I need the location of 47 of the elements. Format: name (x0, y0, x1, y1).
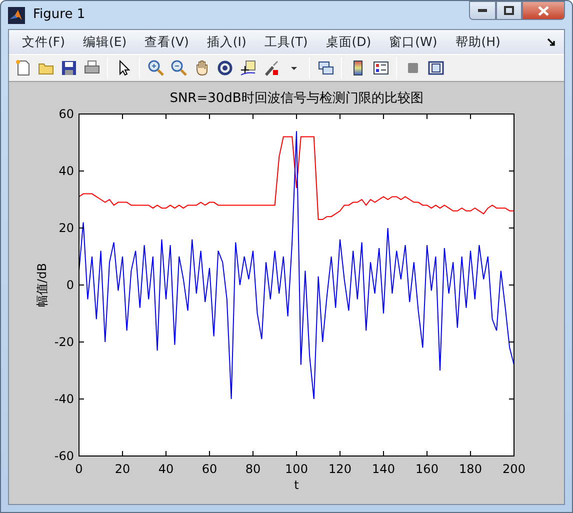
tick-label: -20 (54, 335, 74, 349)
zoom-in-icon[interactable] (148, 60, 164, 76)
tick-label: 200 (502, 462, 526, 476)
menu-item[interactable]: 编辑(E) (74, 30, 136, 54)
minimize-button[interactable] (469, 1, 496, 20)
zoom-out-icon[interactable] (170, 60, 186, 76)
tick-label: 0 (66, 278, 74, 292)
printer-icon[interactable] (84, 60, 100, 76)
tick-label: 120 (328, 462, 352, 476)
new-file-icon[interactable] (14, 60, 30, 76)
menu-item[interactable]: 工具(T) (255, 30, 317, 54)
tick-label: 0 (75, 462, 83, 476)
close-icon (538, 6, 549, 16)
hand-icon[interactable] (194, 60, 210, 76)
save-icon[interactable] (60, 60, 76, 76)
brush-icon[interactable] (262, 60, 278, 76)
app-logo-icon (8, 6, 25, 24)
chart-title: SNR=30dB时回波信号与检测门限的比较图 (170, 91, 424, 106)
minimize-icon (478, 9, 487, 12)
dock-arrow-icon[interactable] (547, 38, 556, 47)
tick-label: 160 (416, 462, 438, 476)
menu-item[interactable]: 窗口(W) (380, 30, 446, 54)
legend-icon[interactable] (372, 60, 388, 76)
menu-item[interactable]: 文件(F) (13, 30, 74, 54)
tick-label: -60 (54, 449, 74, 463)
menu-item[interactable]: 查看(V) (136, 30, 198, 54)
window-title: Figure 1 (33, 6, 86, 24)
menu-item[interactable]: 桌面(D) (316, 30, 380, 54)
window-icon[interactable] (428, 60, 444, 76)
menu-item[interactable]: 帮助(H) (446, 30, 510, 54)
menu-item[interactable]: 插入(I) (198, 30, 256, 54)
tick-label: -40 (54, 392, 74, 406)
tick-label: 40 (158, 462, 174, 476)
maximize-icon (504, 6, 514, 15)
tick-label: 20 (114, 462, 130, 476)
x-axis-label: t (294, 478, 299, 492)
y-axis-label: 幅值/dB (35, 263, 49, 307)
tick-label: 80 (245, 462, 261, 476)
tick-label: 60 (202, 462, 218, 476)
tick-label: 100 (285, 462, 308, 476)
tick-label: 40 (58, 164, 74, 178)
tick-label: 140 (372, 462, 395, 476)
tick-label: 20 (58, 221, 74, 235)
close-button[interactable] (522, 1, 565, 20)
tick-label: 60 (58, 107, 74, 121)
maximize-button[interactable] (496, 1, 522, 20)
tick-label: 180 (459, 462, 482, 476)
